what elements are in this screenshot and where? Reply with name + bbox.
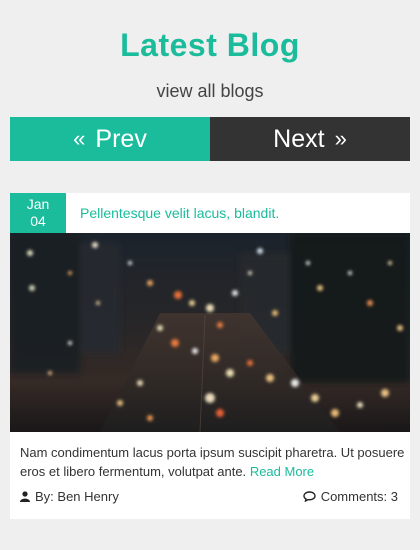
author-name: By: Ben Henry <box>35 489 119 504</box>
comments-icon <box>302 491 316 502</box>
comments-info[interactable]: Comments: 3 <box>302 489 398 504</box>
city-traffic-bokeh-photo <box>10 233 410 432</box>
double-chevron-left-icon: « <box>73 126 86 151</box>
post-title-link[interactable]: Pellentesque velit lacus, blandit. <box>80 205 279 221</box>
post-image[interactable] <box>10 233 410 432</box>
author-info[interactable]: By: Ben Henry <box>20 489 119 504</box>
blog-pagination: « Prev Next » <box>10 117 410 161</box>
prev-label: Prev <box>95 124 147 153</box>
next-label: Next <box>273 124 325 153</box>
next-button[interactable]: Next » <box>210 117 410 161</box>
date-day: 04 <box>30 213 46 229</box>
excerpt-text: Nam condimentum lacus porta ipsum suscip… <box>20 445 405 479</box>
user-icon <box>20 491 30 502</box>
blog-header: Latest Blog view all blogs <box>0 0 420 102</box>
post-meta: By: Ben Henry Comments: 3 <box>20 489 398 504</box>
blog-post-card: Jan 04 Pellentesque velit lacus, blandit… <box>10 193 410 519</box>
post-excerpt: Nam condimentum lacus porta ipsum suscip… <box>20 443 405 481</box>
date-month: Jan <box>26 196 50 212</box>
comments-count: Comments: 3 <box>320 489 398 504</box>
double-chevron-right-icon: » <box>334 126 347 151</box>
read-more-link[interactable]: Read More <box>250 464 314 479</box>
date-badge: Jan 04 <box>10 193 66 233</box>
view-all-blogs-link[interactable]: view all blogs <box>0 80 420 102</box>
section-title: Latest Blog <box>120 27 300 63</box>
prev-button[interactable]: « Prev <box>10 117 210 161</box>
